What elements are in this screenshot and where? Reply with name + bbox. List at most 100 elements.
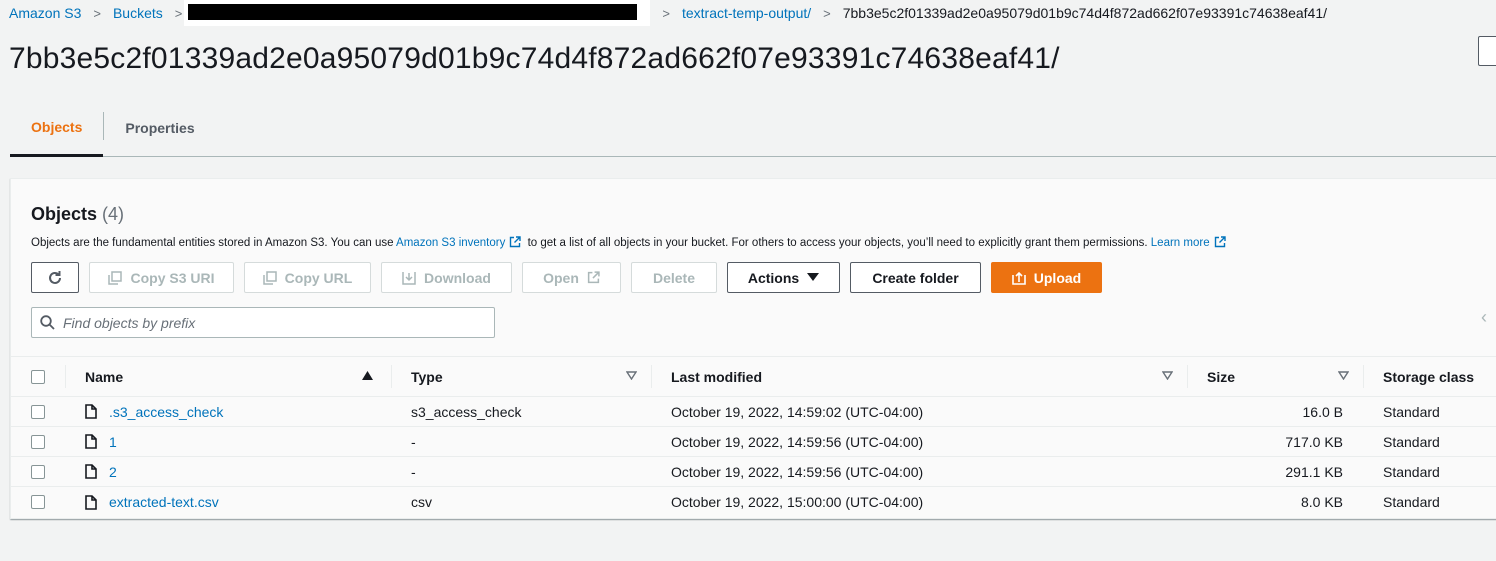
- external-link-icon: [1214, 236, 1226, 248]
- row-select-cell: [11, 397, 65, 426]
- file-icon: [85, 404, 97, 419]
- copy-s3-uri-button[interactable]: Copy S3 URI: [89, 262, 234, 293]
- chevron-right-icon: >: [662, 5, 670, 21]
- upload-icon: [1011, 271, 1026, 285]
- table-row: .s3_access_check s3_access_check October…: [11, 397, 1496, 427]
- breadcrumb-amazon-s3[interactable]: Amazon S3: [9, 5, 81, 21]
- object-name-link[interactable]: extracted-text.csv: [109, 494, 219, 510]
- column-header-type[interactable]: Type: [391, 357, 651, 396]
- column-header-last-modified[interactable]: Last modified: [651, 357, 1187, 396]
- refresh-icon: [49, 270, 61, 284]
- tab-properties-label: Properties: [125, 120, 195, 136]
- create-folder-label: Create folder: [872, 269, 959, 286]
- size-cell: 717.0 KB: [1285, 433, 1343, 450]
- description-text-1: Objects are the fundamental entities sto…: [31, 237, 394, 249]
- breadcrumb-textract-temp-output[interactable]: textract-temp-output/: [682, 5, 811, 21]
- caret-down-icon: [807, 273, 820, 281]
- learn-more-link[interactable]: Learn more: [1151, 237, 1210, 249]
- object-name-link[interactable]: 2: [109, 464, 117, 480]
- file-icon: [85, 494, 97, 510]
- name-cell: 2: [65, 457, 391, 486]
- storage-class-cell: Standard: [1383, 463, 1440, 480]
- copy-s3-uri-label: Copy S3 URI: [130, 269, 215, 286]
- delete-button[interactable]: Delete: [631, 262, 717, 293]
- tab-objects-label: Objects: [31, 119, 83, 135]
- objects-count: (4): [102, 204, 125, 224]
- size-cell: 16.0 B: [1302, 403, 1343, 420]
- column-header-name[interactable]: Name: [65, 357, 391, 396]
- breadcrumb-current: 7bb3e5c2f01339ad2e0a95079d01b9c74d4f872a…: [842, 5, 1327, 21]
- object-name-link[interactable]: .s3_access_check: [109, 404, 223, 420]
- search-input[interactable]: [63, 314, 463, 331]
- row-select-cell: [11, 487, 65, 517]
- upload-button[interactable]: Upload: [991, 262, 1102, 293]
- type-cell: -: [411, 463, 416, 480]
- description-text-2: to get a list of all objects in your buc…: [527, 237, 1148, 249]
- chevron-right-icon: >: [823, 5, 831, 21]
- download-icon: [402, 271, 416, 285]
- tab-objects[interactable]: Objects: [10, 100, 104, 157]
- redacted-bucket-name: [184, 0, 651, 26]
- storage-class-cell: Standard: [1383, 494, 1440, 510]
- delete-label: Delete: [652, 269, 696, 286]
- row-checkbox[interactable]: [31, 434, 45, 449]
- size-cell: 8.0 KB: [1300, 494, 1343, 510]
- sort-caret-icon: [1338, 371, 1349, 380]
- sort-caret-icon: [626, 371, 637, 380]
- select-all-checkbox[interactable]: [31, 369, 45, 384]
- file-icon: [85, 464, 97, 479]
- copy-path-button[interactable]: [1478, 36, 1496, 66]
- select-all-cell: [11, 357, 65, 396]
- last-modified-cell: October 19, 2022, 14:59:56 (UTC-04:00): [671, 463, 924, 480]
- open-label: Open: [543, 269, 579, 286]
- column-storage-class-label: Storage class: [1383, 368, 1475, 385]
- sort-caret-icon: [1162, 371, 1173, 380]
- breadcrumb-buckets[interactable]: Buckets: [113, 5, 163, 21]
- objects-description: Objects are the fundamental entities sto…: [31, 236, 1229, 249]
- size-cell: 291.1 KB: [1285, 463, 1343, 480]
- name-cell: .s3_access_check: [65, 397, 391, 426]
- copy-url-button[interactable]: Copy URL: [244, 262, 371, 293]
- copy-icon: [108, 270, 123, 285]
- breadcrumb: Amazon S3 > Buckets > > textract-temp-ou…: [9, 0, 1327, 26]
- actions-dropdown-button[interactable]: Actions: [727, 262, 840, 293]
- create-folder-button[interactable]: Create folder: [850, 262, 981, 293]
- sort-ascending-icon: [362, 371, 373, 380]
- objects-panel: Objects (4) Objects are the fundamental …: [10, 178, 1496, 519]
- object-name-link[interactable]: 1: [109, 434, 117, 450]
- column-header-storage-class[interactable]: Storage class: [1363, 357, 1496, 396]
- row-select-cell: [11, 457, 65, 486]
- refresh-button[interactable]: [31, 262, 79, 293]
- last-modified-cell: October 19, 2022, 15:00:00 (UTC-04:00): [671, 494, 924, 510]
- storage-class-cell: Standard: [1383, 433, 1440, 450]
- objects-toolbar: Copy S3 URI Copy URL Download Open Delet…: [31, 262, 1102, 293]
- column-last-modified-label: Last modified: [671, 368, 763, 385]
- tab-properties[interactable]: Properties: [104, 100, 215, 156]
- s3-inventory-link[interactable]: Amazon S3 inventory: [396, 237, 505, 249]
- page-title: 7bb3e5c2f01339ad2e0a95079d01b9c74d4f872a…: [9, 42, 1060, 75]
- last-modified-cell: October 19, 2022, 14:59:02 (UTC-04:00): [671, 403, 924, 420]
- chevron-right-icon: >: [93, 5, 101, 21]
- storage-class-cell: Standard: [1383, 403, 1440, 420]
- download-label: Download: [424, 269, 491, 286]
- column-header-size[interactable]: Size: [1187, 357, 1363, 396]
- column-size-label: Size: [1207, 368, 1236, 385]
- chevron-right-icon: >: [174, 5, 183, 21]
- table-row: 1 - October 19, 2022, 14:59:56 (UTC-04:0…: [11, 427, 1496, 457]
- row-checkbox[interactable]: [31, 464, 45, 479]
- objects-title-text: Objects: [31, 204, 98, 224]
- search-icon: [40, 315, 55, 330]
- row-checkbox[interactable]: [31, 404, 45, 419]
- tab-bar: Objects Properties: [10, 100, 1496, 157]
- collapse-panel-chevron-icon[interactable]: ‹: [1481, 307, 1496, 328]
- row-checkbox[interactable]: [31, 495, 45, 509]
- actions-label: Actions: [747, 269, 800, 286]
- table-row: extracted-text.csv csv October 19, 2022,…: [11, 487, 1496, 517]
- row-select-cell: [11, 427, 65, 456]
- name-cell: extracted-text.csv: [65, 487, 391, 517]
- column-type-label: Type: [411, 368, 443, 385]
- open-button[interactable]: Open: [522, 262, 621, 293]
- redaction-bar: [188, 1, 641, 23]
- download-button[interactable]: Download: [381, 262, 512, 293]
- type-cell: s3_access_check: [411, 403, 522, 420]
